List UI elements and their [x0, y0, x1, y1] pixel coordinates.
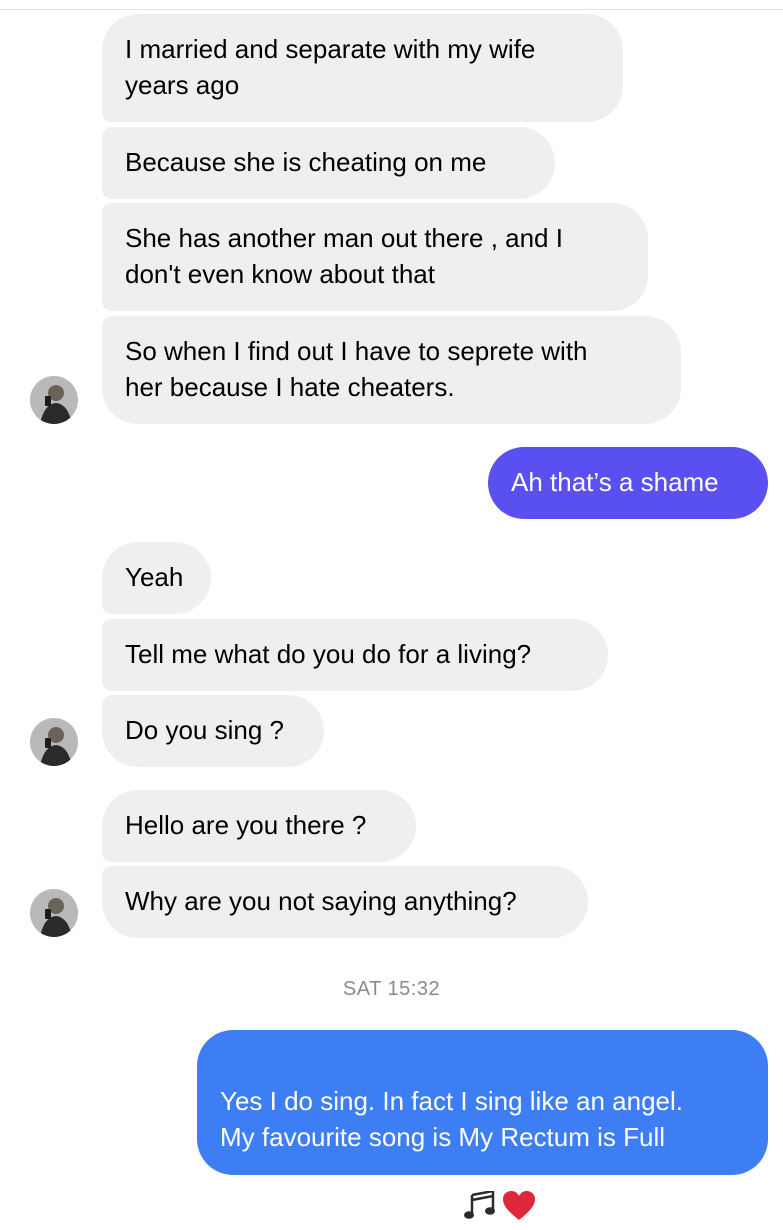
sender-avatar[interactable]	[30, 376, 78, 424]
incoming-message-5[interactable]: Yeah	[102, 542, 211, 614]
incoming-message-3[interactable]: She has another man out there , and I do…	[102, 203, 648, 311]
red-heart-icon	[502, 1155, 535, 1230]
message-timestamp: SAT 15:32	[342, 978, 441, 1000]
outgoing-message-2-text: Yes I do sing. In fact I sing like an an…	[220, 1086, 683, 1206]
incoming-message-7[interactable]: Do you sing ?	[102, 695, 324, 767]
sender-avatar[interactable]	[30, 889, 78, 937]
incoming-message-8[interactable]: Hello are you there ?	[102, 790, 416, 862]
sender-avatar[interactable]	[30, 718, 78, 766]
incoming-message-2[interactable]: Because she is cheating on me	[102, 127, 555, 199]
outgoing-message-1[interactable]: Ah that’s a shame	[488, 447, 768, 519]
incoming-message-1[interactable]: I married and separate with my wife year…	[102, 14, 623, 122]
incoming-message-9[interactable]: Why are you not saying anything?	[102, 866, 588, 938]
musical-notes-icon	[463, 1155, 497, 1230]
incoming-message-4[interactable]: So when I find out I have to seprete wit…	[102, 316, 681, 424]
outgoing-message-2[interactable]: Yes I do sing. In fact I sing like an an…	[197, 1030, 768, 1220]
incoming-message-6[interactable]: Tell me what do you do for a living?	[102, 619, 608, 691]
top-divider	[0, 0, 783, 10]
